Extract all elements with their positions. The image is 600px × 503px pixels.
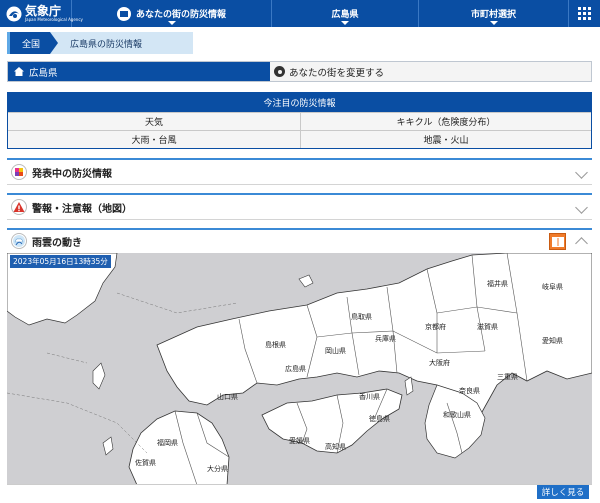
breadcrumb-current: 広島県の防災情報: [50, 32, 194, 54]
pref-label-aichi: 愛知県: [542, 336, 563, 345]
grid-menu-icon: [578, 7, 591, 20]
featured-info-title: 今注目の防災情報: [8, 93, 591, 112]
details-button[interactable]: 詳しく見る: [537, 485, 589, 499]
pref-label-fukui: 福井県: [487, 279, 508, 288]
pref-label-wakayama: 和歌山県: [443, 410, 471, 419]
pref-label-tokushima: 徳島県: [369, 414, 390, 423]
map-canvas: 福井県 岐阜県 鳥取県 京都府 滋賀県 島根県 兵庫県 愛知県 岡山県 大阪府 …: [7, 253, 592, 484]
caret-down-icon: [167, 21, 176, 25]
caret-down-icon: [489, 21, 498, 25]
pref-label-nara: 奈良県: [459, 386, 480, 395]
pref-label-okayama: 岡山県: [325, 346, 346, 355]
jma-emblem-icon: [6, 6, 22, 22]
panel-rain-clouds-title: 雨雲の動き: [32, 237, 82, 249]
change-town-label: あなたの街を変更する: [289, 67, 385, 79]
pref-label-shimane: 島根県: [265, 340, 286, 349]
tab-prefecture-label: 広島県: [331, 10, 359, 20]
selected-area-label: 広島県: [29, 67, 58, 79]
pref-label-tottori: 鳥取県: [351, 312, 372, 321]
pref-label-gifu: 岐阜県: [542, 282, 563, 291]
pref-label-kagawa: 香川県: [359, 392, 380, 401]
pref-label-shiga: 滋賀県: [477, 322, 498, 331]
alert-triangle-icon: [11, 199, 27, 215]
link-kikikuru[interactable]: キキクル（危険度分布）: [301, 112, 591, 130]
panel-active-warnings-title: 発表中の防災情報: [32, 168, 112, 180]
rain-cloud-icon: [11, 233, 27, 249]
rain-cloud-map[interactable]: 2023年05月16日13時35分 福井県 岐阜県 鳥取県 京都府 滋賀県 島根…: [7, 253, 592, 485]
panel-warnings-map[interactable]: 警報・注意報（地図）: [7, 193, 592, 220]
pref-label-kyoto: 京都府: [425, 322, 446, 331]
panel-active-warnings[interactable]: 発表中の防災情報: [7, 158, 592, 185]
jma-logo[interactable]: 気象庁 Japan Meteorological Agency: [0, 0, 83, 27]
pref-label-hyogo: 兵庫県: [375, 334, 396, 343]
home-icon: [116, 6, 131, 21]
guide-book-icon[interactable]: [549, 233, 566, 250]
chevron-down-icon: [575, 165, 588, 179]
area-bar: 広島県 あなたの街を変更する: [7, 61, 592, 82]
pref-label-osaka: 大阪府: [429, 358, 450, 367]
change-town-button[interactable]: あなたの街を変更する: [270, 62, 591, 81]
pref-label-oita: 大分県: [207, 464, 228, 473]
pref-label-hiroshima: 広島県: [285, 364, 306, 373]
tab-prefecture[interactable]: 広島県: [272, 0, 419, 27]
pref-label-yamaguchi: 山口県: [217, 392, 238, 401]
menu-grid-button[interactable]: [569, 0, 600, 27]
breadcrumb-root[interactable]: 全国: [7, 32, 59, 54]
pref-label-saga: 佐賀県: [135, 458, 156, 467]
pref-label-fukuoka: 福岡県: [157, 438, 178, 447]
chevron-up-icon: [575, 237, 588, 250]
tab-your-town[interactable]: あなたの街の防災情報: [72, 0, 272, 27]
pref-label-kochi: 高知県: [325, 442, 346, 451]
panel-warnings-map-title: 警報・注意報（地図）: [32, 203, 132, 215]
chevron-down-icon: [575, 200, 588, 214]
link-heavy-rain-typhoon[interactable]: 大雨・台風: [8, 130, 301, 148]
pref-label-mie: 三重県: [497, 373, 518, 381]
house-icon: [14, 67, 24, 76]
panel-rain-clouds[interactable]: 雨雲の動き: [7, 228, 592, 252]
link-earthquake-volcano[interactable]: 地震・火山: [301, 130, 591, 148]
warning-blocks-icon: [11, 164, 27, 180]
tab-your-town-label: あなたの街の防災情報: [135, 10, 226, 20]
selected-area: 広島県: [8, 62, 270, 81]
tab-municipality[interactable]: 市町村選択: [419, 0, 569, 27]
tab-municipality-label: 市町村選択: [470, 10, 516, 20]
link-weather[interactable]: 天気: [8, 112, 301, 130]
map-timestamp: 2023年05月16日13時35分: [10, 255, 111, 268]
pref-label-ehime: 愛媛県: [289, 436, 310, 445]
breadcrumb: 全国 広島県の防災情報: [7, 32, 194, 54]
top-navigation: 気象庁 Japan Meteorological Agency あなたの街の防災…: [0, 0, 600, 27]
caret-down-icon: [341, 21, 349, 25]
featured-info-table: 今注目の防災情報 天気 キキクル（危険度分布） 大雨・台風 地震・火山: [7, 92, 592, 149]
gear-icon: [274, 66, 285, 77]
